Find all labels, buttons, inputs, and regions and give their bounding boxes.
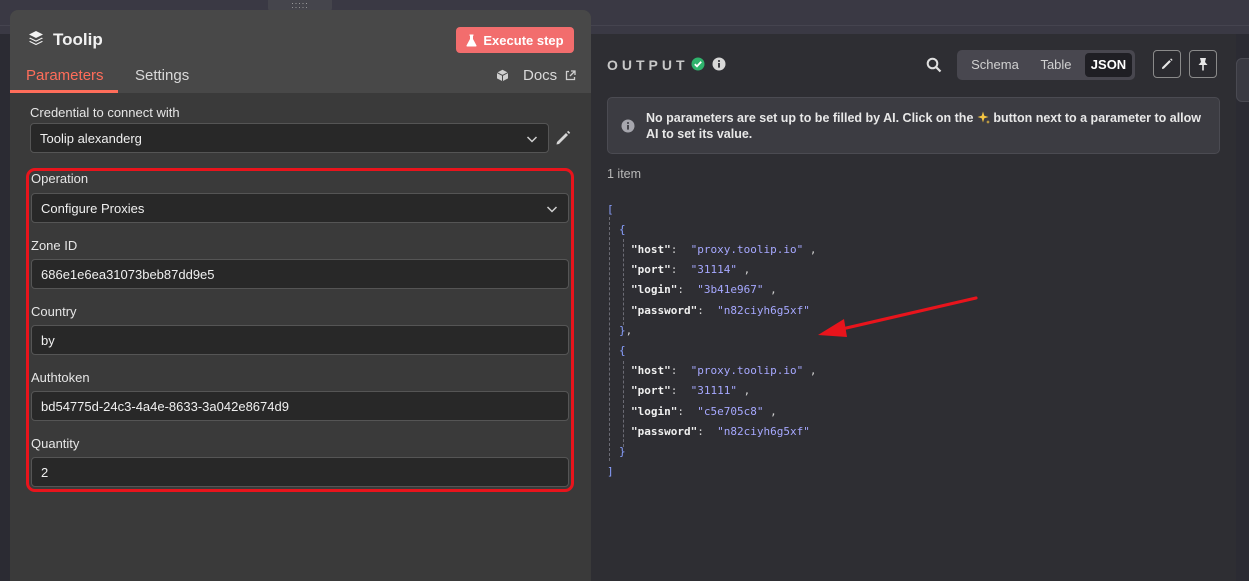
- json-value: n82ciyh6g5xf: [723, 304, 804, 317]
- view-json-button[interactable]: JSON: [1085, 53, 1132, 77]
- quantity-label: Quantity: [31, 436, 80, 451]
- authtoken-label: Authtoken: [31, 370, 90, 385]
- pencil-icon: [1161, 58, 1173, 70]
- layers-icon: [29, 31, 43, 46]
- ai-notice-text: No parameters are set up to be filled by…: [646, 110, 1206, 142]
- json-value: 31114: [697, 263, 731, 276]
- tab-parameters[interactable]: Parameters: [26, 67, 104, 84]
- node-header: Toolip Execute step Parameters Settings …: [10, 10, 591, 93]
- zone-id-value: 686e1e6ea31073beb87dd9e5: [41, 266, 215, 282]
- chevron-down-icon: [526, 136, 538, 143]
- check-circle-icon: [691, 57, 705, 71]
- json-object-open: {: [619, 223, 626, 236]
- json-row-password[interactable]: "password": "n82ciyh6g5xf": [631, 425, 810, 438]
- credential-value: Toolip alexanderg: [40, 130, 142, 146]
- json-array-open: [: [607, 203, 614, 216]
- node-parameters-panel: Toolip Execute step Parameters Settings …: [10, 10, 591, 581]
- pin-output-button[interactable]: [1189, 50, 1217, 78]
- output-title: OUTPUT: [607, 57, 689, 73]
- credential-select[interactable]: Toolip alexanderg: [30, 123, 549, 153]
- json-object-open: {: [619, 344, 626, 357]
- execute-step-label: Execute step: [483, 32, 564, 48]
- docs-label: Docs: [523, 67, 558, 84]
- quantity-value: 2: [41, 464, 49, 480]
- search-icon[interactable]: [926, 57, 942, 73]
- json-array-close: ]: [607, 465, 614, 478]
- flask-icon: [466, 34, 477, 46]
- edit-credential-icon[interactable]: [554, 129, 572, 147]
- view-table-button[interactable]: Table: [1029, 50, 1083, 80]
- country-input[interactable]: by: [31, 325, 569, 355]
- json-value: proxy.toolip.io: [697, 243, 797, 256]
- info-icon: [621, 119, 635, 133]
- json-row-host[interactable]: "host": "proxy.toolip.io" ,: [631, 243, 816, 256]
- edit-output-button[interactable]: [1153, 50, 1181, 78]
- json-row-port[interactable]: "port": "31111" ,: [631, 384, 750, 397]
- credential-label: Credential to connect with: [30, 105, 180, 120]
- external-link-icon: [566, 70, 576, 81]
- view-schema-button[interactable]: Schema: [961, 50, 1029, 80]
- json-value: 3b41e967: [703, 283, 757, 296]
- indent-guide: [623, 361, 624, 447]
- active-tab-indicator: [10, 90, 118, 93]
- json-object-close: },: [619, 324, 633, 337]
- json-value: proxy.toolip.io: [697, 364, 797, 377]
- zone-id-label: Zone ID: [31, 238, 78, 253]
- json-value: c5e705c8: [703, 405, 757, 418]
- country-value: by: [41, 332, 55, 348]
- quantity-input[interactable]: 2: [31, 457, 569, 487]
- operation-value: Configure Proxies: [41, 200, 145, 216]
- annotation-arrow: [818, 296, 978, 337]
- json-value: 31111: [697, 384, 731, 397]
- canvas-node-edge: [1236, 58, 1249, 102]
- item-count: 1 item: [607, 167, 642, 181]
- execute-step-button[interactable]: Execute step: [456, 27, 574, 53]
- json-object-close: }: [619, 445, 626, 458]
- operation-label: Operation: [31, 171, 89, 186]
- country-label: Country: [31, 304, 77, 319]
- info-icon[interactable]: [712, 57, 726, 71]
- authtoken-value: bd54775d-24c3-4a4e-8633-3a042e8674d9: [41, 398, 289, 414]
- authtoken-input[interactable]: bd54775d-24c3-4a4e-8633-3a042e8674d9: [31, 391, 569, 421]
- json-row-host[interactable]: "host": "proxy.toolip.io" ,: [631, 364, 816, 377]
- json-row-login[interactable]: "login": "c5e705c8" ,: [631, 405, 777, 418]
- zone-id-input[interactable]: 686e1e6ea31073beb87dd9e5: [31, 259, 569, 289]
- docs-link[interactable]: Docs: [496, 67, 576, 84]
- cube-icon: [496, 69, 509, 82]
- indent-guide: [623, 239, 624, 325]
- chevron-down-icon: [546, 206, 558, 213]
- sparkles-icon: [977, 111, 990, 124]
- tab-settings[interactable]: Settings: [135, 67, 189, 84]
- json-row-login[interactable]: "login": "3b41e967" ,: [631, 283, 777, 296]
- ai-notice-banner: No parameters are set up to be filled by…: [607, 97, 1220, 154]
- json-row-password[interactable]: "password": "n82ciyh6g5xf": [631, 304, 810, 317]
- json-row-port[interactable]: "port": "31114" ,: [631, 263, 750, 276]
- json-value: n82ciyh6g5xf: [723, 425, 804, 438]
- operation-select[interactable]: Configure Proxies: [31, 193, 569, 223]
- pin-icon: [1198, 58, 1208, 71]
- view-switcher: Schema Table JSON: [957, 50, 1135, 80]
- ai-notice-text-start: No parameters are set up to be filled by…: [646, 111, 977, 125]
- node-title: Toolip: [53, 30, 103, 49]
- indent-guide: [609, 217, 610, 461]
